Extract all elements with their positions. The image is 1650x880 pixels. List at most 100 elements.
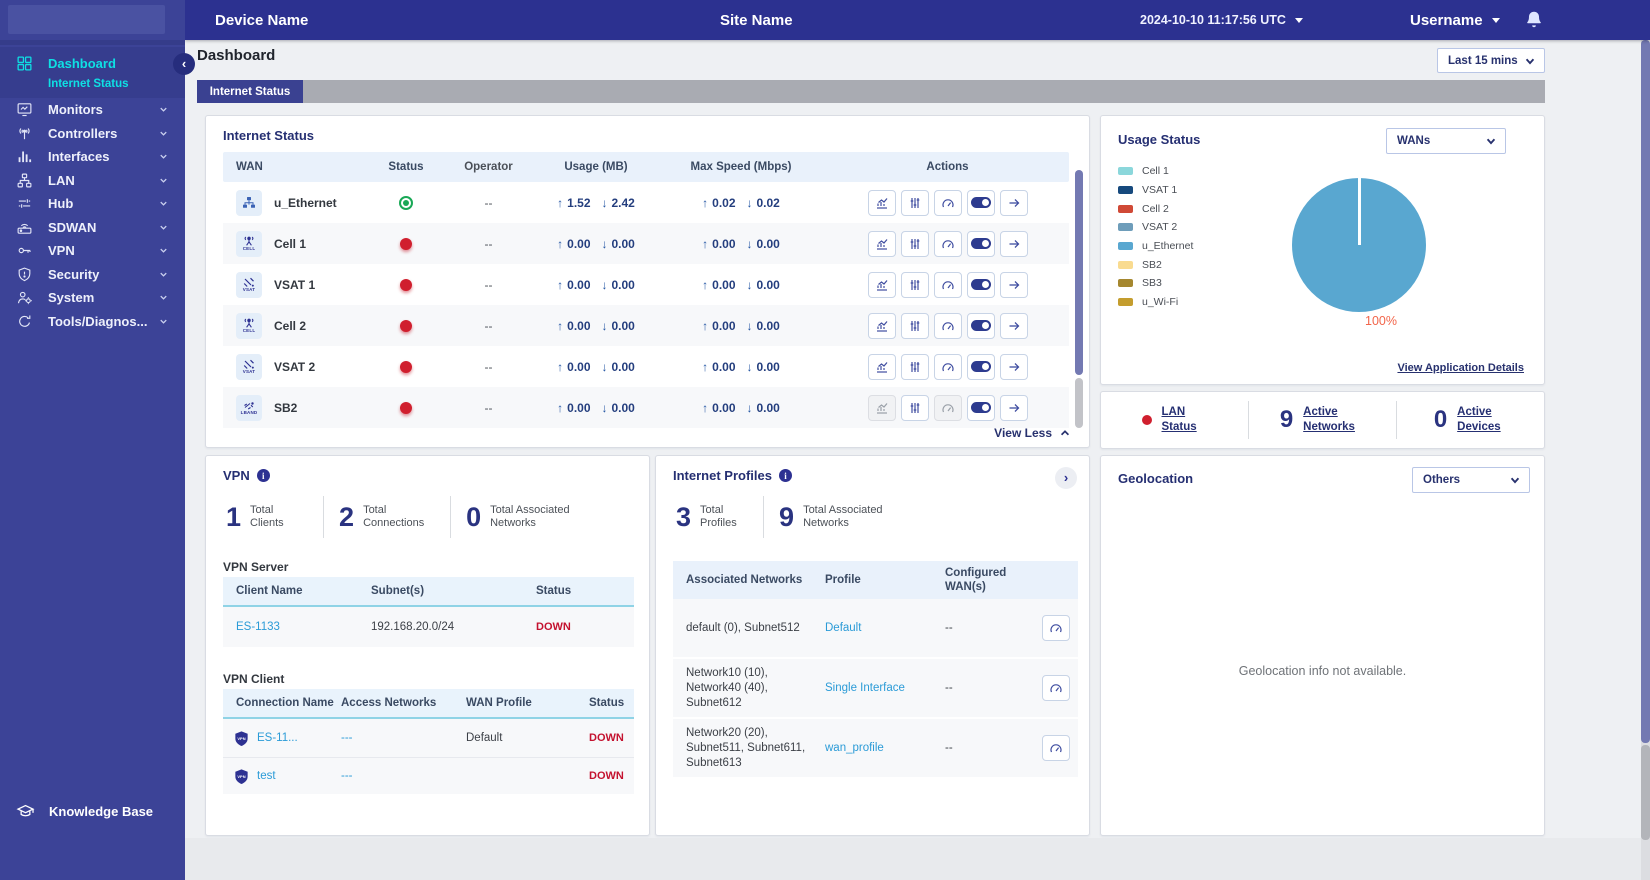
sidebar-collapse-button[interactable]: ‹ <box>173 53 195 75</box>
wan-enable-toggle[interactable] <box>966 189 995 216</box>
sidebar-item-system[interactable]: System <box>0 286 185 310</box>
profile-link[interactable]: wan_profile <box>825 742 884 754</box>
wan-usage-chart-button[interactable] <box>867 230 896 257</box>
column-header-subnets: Subnet(s) <box>371 585 425 597</box>
sidebar-item-dashboard[interactable]: Dashboard <box>0 52 201 74</box>
wan-speedtest-button[interactable] <box>933 230 962 257</box>
wan-speedtest-button[interactable] <box>933 189 962 216</box>
total-connections-label: Total Connections <box>363 504 425 529</box>
wan-usage-chart-button[interactable] <box>867 189 896 216</box>
table-row: default (0), Subnet512 Default -- <box>673 599 1078 659</box>
download-arrow-icon: ↓ <box>601 400 608 415</box>
wan-config-button[interactable] <box>900 271 929 298</box>
chevron-down-icon <box>158 151 169 162</box>
wan-enable-toggle[interactable] <box>966 230 995 257</box>
view-less-link[interactable]: View Less <box>994 426 1071 440</box>
legend-swatch <box>1118 204 1133 213</box>
time-range-select[interactable]: Last 15 mins <box>1437 48 1545 73</box>
wan-usage-chart-button[interactable] <box>867 353 896 380</box>
divider <box>763 496 765 538</box>
sidebar-item-monitors[interactable]: Monitors <box>0 98 185 122</box>
associated-networks-value: default (0), Subnet512 <box>686 621 800 634</box>
wan-detail-button[interactable] <box>999 230 1028 257</box>
sidebar-item-interfaces[interactable]: Interfaces <box>0 145 185 169</box>
scrollbar-thumb[interactable] <box>1641 40 1650 743</box>
wan-config-button[interactable] <box>900 230 929 257</box>
profile-speedtest-button[interactable] <box>1041 735 1070 761</box>
view-application-details-link[interactable]: View Application Details <box>1397 362 1524 374</box>
legend-swatch <box>1118 298 1133 307</box>
configured-wans-value: -- <box>945 742 953 754</box>
active-devices-section: 0 Active Devices <box>1397 392 1544 448</box>
geolocation-filter-select[interactable]: Others <box>1412 467 1530 493</box>
chevron-up-icon <box>1060 430 1070 436</box>
vpn-client-name-link[interactable]: ES-1133 <box>236 621 280 633</box>
wan-usage-chart-button[interactable] <box>867 271 896 298</box>
profile-speedtest-button[interactable] <box>1041 615 1070 641</box>
download-arrow-icon: ↓ <box>601 359 608 374</box>
tab-internet-status[interactable]: Internet Status <box>197 80 303 103</box>
sidebar-item-lan[interactable]: LAN <box>0 169 185 193</box>
wan-config-button[interactable] <box>900 353 929 380</box>
sidebar-item-controllers[interactable]: Controllers <box>0 122 185 146</box>
sidebar-item-sdwan[interactable]: SDWAN <box>0 216 185 240</box>
legend-swatch <box>1118 242 1133 251</box>
lan-status-link[interactable]: LAN Status <box>1162 405 1208 435</box>
sidebar-item-label: VPN <box>48 243 75 259</box>
wan-config-button[interactable] <box>900 189 929 216</box>
sidebar-item-tools-diagnostics[interactable]: Tools/Diagnos... <box>0 310 185 334</box>
configured-wans-value: -- <box>945 682 953 694</box>
expand-panel-button[interactable]: › <box>1055 467 1077 489</box>
wan-speedtest-button[interactable] <box>933 271 962 298</box>
scrollbar-thumb[interactable] <box>1075 170 1083 375</box>
wan-usage-chart-button[interactable] <box>867 312 896 339</box>
info-icon[interactable]: i <box>256 469 270 482</box>
table-header-row: Client Name Subnet(s) Status <box>223 577 634 607</box>
sidebar-item-security[interactable]: Security <box>0 263 185 287</box>
column-header-profile: Profile <box>825 574 861 586</box>
wan-detail-button[interactable] <box>999 394 1028 421</box>
wan-speedtest-button[interactable] <box>933 353 962 380</box>
info-icon[interactable]: i <box>778 469 792 482</box>
wan-speedtest-button[interactable] <box>933 312 962 339</box>
status-down-indicator <box>400 278 412 291</box>
profile-link[interactable]: Default <box>825 622 861 634</box>
upload-arrow-icon: ↑ <box>557 359 564 374</box>
active-networks-link[interactable]: Active Networks <box>1303 405 1365 435</box>
wan-enable-toggle[interactable] <box>966 353 995 380</box>
logo-placeholder <box>8 5 165 34</box>
wan-enable-toggle[interactable] <box>966 271 995 298</box>
total-associated-networks-label: Total Associated Networks <box>490 504 570 529</box>
table-row: ES-1133 192.168.20.0/24 DOWN <box>223 607 634 647</box>
user-menu[interactable]: Username <box>1410 0 1500 40</box>
vpn-connection-link[interactable]: test <box>257 770 276 782</box>
profile-speedtest-button[interactable] <box>1041 675 1070 701</box>
wan-detail-button[interactable] <box>999 189 1028 216</box>
profile-link[interactable]: Single Interface <box>825 682 905 694</box>
sidebar-subitem-internet-status[interactable]: Internet Status <box>48 78 129 90</box>
timestamp-dropdown[interactable]: 2024-10-10 11:17:56 UTC <box>1140 0 1303 40</box>
download-arrow-icon: ↓ <box>601 195 608 210</box>
active-devices-link[interactable]: Active Devices <box>1457 405 1507 435</box>
sidebar-item-hub[interactable]: Hub <box>0 192 185 216</box>
access-networks-value: --- <box>341 732 353 744</box>
wan-config-button[interactable] <box>900 394 929 421</box>
router-icon <box>16 219 33 236</box>
antenna-icon <box>16 125 33 142</box>
chart-legend: Cell 1 VSAT 1 Cell 2 VSAT 2 u_Ethernet S… <box>1118 162 1193 312</box>
sidebar-item-vpn[interactable]: VPN <box>0 239 185 263</box>
knowledge-base-link[interactable]: Knowledge Base <box>16 802 153 821</box>
wan-enable-toggle[interactable] <box>966 394 995 421</box>
notifications-bell-icon[interactable] <box>1523 9 1545 31</box>
wan-detail-button[interactable] <box>999 353 1028 380</box>
wan-enable-toggle[interactable] <box>966 312 995 339</box>
usage-filter-value: WANs <box>1397 135 1431 147</box>
usage-filter-select[interactable]: WANs <box>1386 128 1506 154</box>
vpn-connection-link[interactable]: ES-11... <box>257 732 298 744</box>
wan-config-button[interactable] <box>900 312 929 339</box>
usage-pie-chart[interactable] <box>1292 178 1426 312</box>
wan-detail-button[interactable] <box>999 312 1028 339</box>
wan-detail-button[interactable] <box>999 271 1028 298</box>
vpn-title: VPN <box>223 468 250 483</box>
usage-up-value: 0.00 <box>567 318 591 333</box>
